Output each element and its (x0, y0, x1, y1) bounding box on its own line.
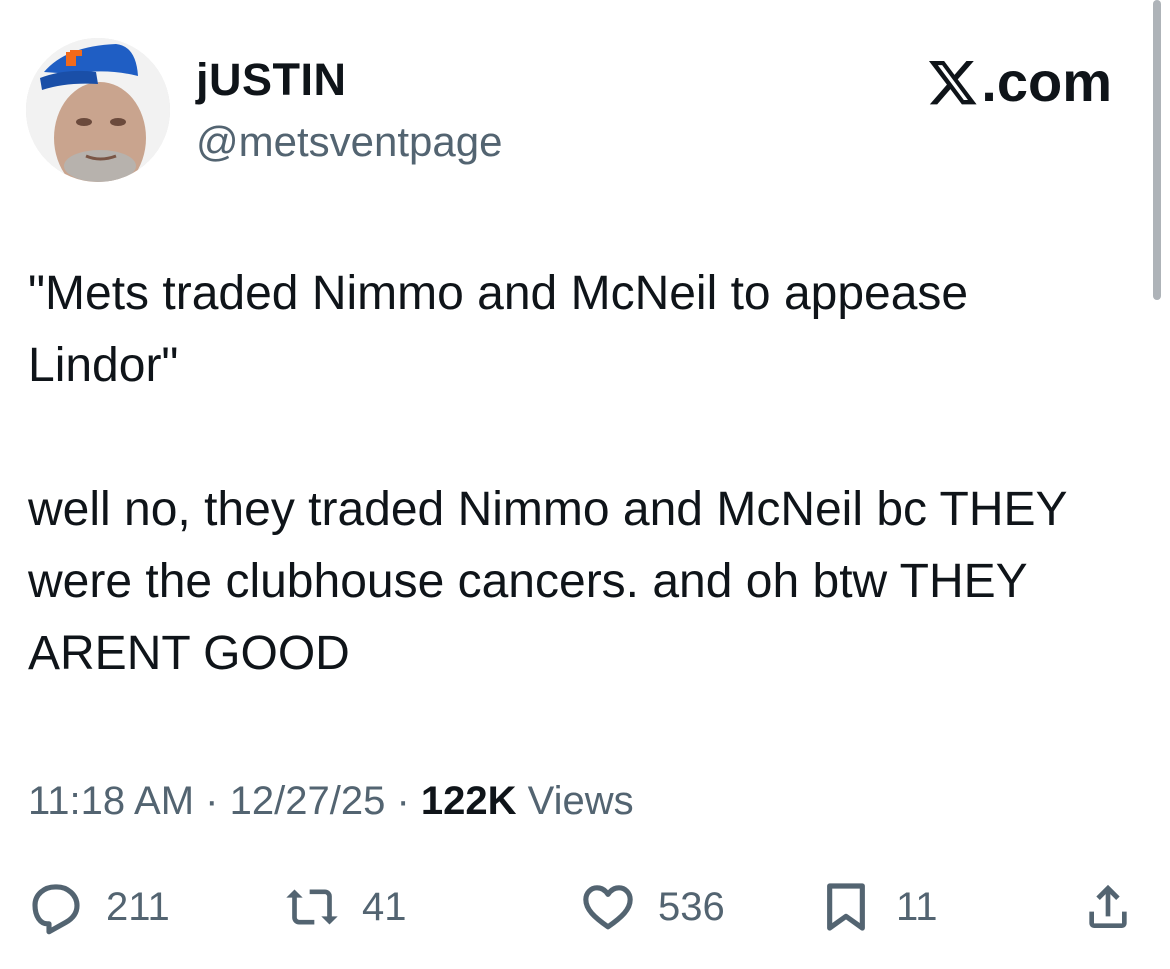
repost-icon (286, 889, 338, 925)
scrollbar[interactable] (1153, 0, 1161, 300)
repost-count: 41 (362, 884, 407, 929)
brand-logo: .com (927, 52, 1112, 112)
meta-separator: · (396, 779, 410, 823)
avatar[interactable] (26, 38, 170, 182)
views-label: Views (527, 779, 634, 823)
tweet-time[interactable]: 11:18 AM (28, 779, 194, 823)
bookmark-button[interactable]: 11 (818, 872, 938, 942)
reply-icon (32, 884, 80, 935)
tweet-text: "Mets traded Nimmo and McNeil to appease… (28, 258, 1118, 690)
bookmark-count: 11 (896, 884, 938, 929)
like-button[interactable]: 536 (580, 872, 725, 942)
user-handle[interactable]: @metsventpage (196, 118, 502, 166)
share-button[interactable] (1080, 872, 1158, 942)
tweet-meta: 11:18 AM · 12/27/25 · 122K Views (28, 776, 634, 826)
tweet-paragraph-2: well no, they traded Nimmo and McNeil bc… (28, 483, 1067, 680)
like-count: 536 (658, 884, 725, 929)
action-bar: 211 41 536 11 (28, 872, 1140, 942)
x-logo-icon (929, 60, 977, 105)
bookmark-icon (827, 883, 865, 931)
tweet-paragraph-1: "Mets traded Nimmo and McNeil to appease… (28, 267, 969, 392)
views-count: 122K (420, 779, 517, 823)
share-icon (1089, 884, 1127, 928)
display-name[interactable]: jUSTIN (196, 55, 347, 105)
tweet-date[interactable]: 12/27/25 (230, 779, 386, 823)
repost-button[interactable]: 41 (284, 872, 407, 942)
brand-text: .com (981, 50, 1112, 113)
avatar-photo (26, 38, 170, 182)
heart-icon (583, 885, 633, 930)
meta-separator: · (205, 779, 219, 823)
reply-count: 211 (106, 884, 170, 929)
reply-button[interactable]: 211 (28, 872, 170, 942)
